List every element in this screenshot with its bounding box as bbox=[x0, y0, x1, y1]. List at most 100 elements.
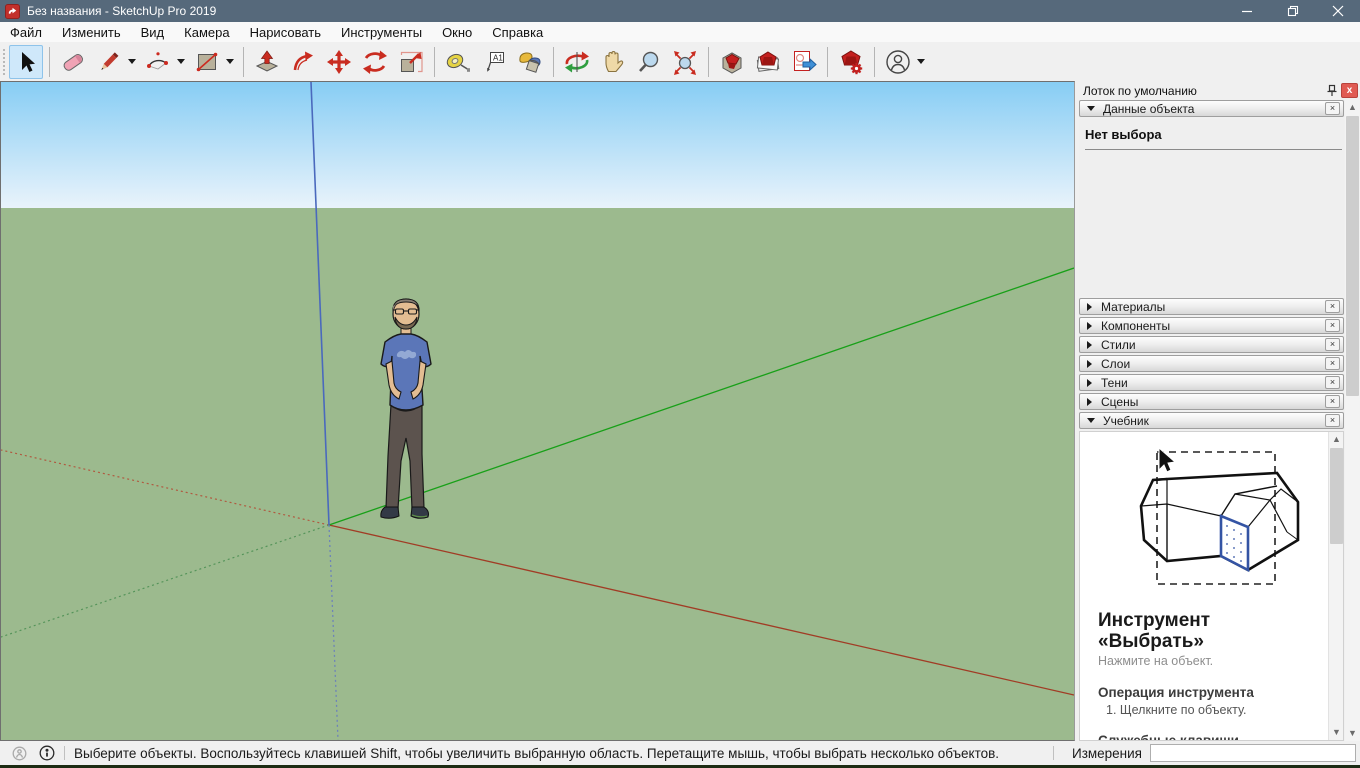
scrollbar-thumb[interactable] bbox=[1330, 448, 1343, 544]
panel-close-button[interactable]: × bbox=[1325, 376, 1340, 389]
select-tool-button[interactable] bbox=[9, 45, 43, 79]
measurements-label: Измерения bbox=[1072, 746, 1142, 761]
share-model-button[interactable] bbox=[751, 45, 785, 79]
pan-tool-button[interactable] bbox=[596, 45, 630, 79]
menu-view[interactable]: Вид bbox=[131, 23, 175, 42]
paint-bucket-tool-button[interactable] bbox=[513, 45, 547, 79]
expand-triangle-icon bbox=[1087, 379, 1092, 387]
panel-label: Сцены bbox=[1101, 395, 1325, 409]
svg-text:A1: A1 bbox=[493, 53, 503, 62]
viewport-scene bbox=[1, 82, 1074, 740]
scroll-up-icon[interactable]: ▲ bbox=[1345, 100, 1360, 115]
panel-label: Учебник bbox=[1103, 414, 1325, 428]
credits-info-icon[interactable] bbox=[39, 745, 55, 761]
panel-header-materials[interactable]: Материалы × bbox=[1079, 298, 1344, 315]
user-account-button[interactable] bbox=[881, 45, 915, 79]
expand-triangle-icon bbox=[1087, 303, 1092, 311]
line-tool-button[interactable] bbox=[92, 45, 126, 79]
menu-draw[interactable]: Нарисовать bbox=[240, 23, 331, 42]
3d-warehouse-icon bbox=[719, 49, 745, 75]
modeling-viewport[interactable] bbox=[0, 81, 1075, 741]
status-separator bbox=[64, 746, 65, 760]
eraser-tool-button[interactable] bbox=[56, 45, 90, 79]
expand-triangle-icon bbox=[1087, 360, 1092, 368]
menu-window[interactable]: Окно bbox=[432, 23, 482, 42]
panel-close-button[interactable]: × bbox=[1325, 395, 1340, 408]
minimize-button[interactable] bbox=[1225, 0, 1270, 22]
rotate-tool-button[interactable] bbox=[358, 45, 392, 79]
panel-label: Данные объекта bbox=[1103, 102, 1325, 116]
extension-warehouse-icon bbox=[838, 49, 864, 75]
send-to-layout-icon bbox=[791, 49, 817, 75]
menu-tools[interactable]: Инструменты bbox=[331, 23, 432, 42]
toolbar-drag-handle[interactable] bbox=[1, 47, 8, 77]
tray-pin-button[interactable] bbox=[1323, 83, 1341, 99]
expand-triangle-icon bbox=[1087, 341, 1092, 349]
move-tool-button[interactable] bbox=[322, 45, 356, 79]
panel-label: Компоненты bbox=[1101, 319, 1325, 333]
menu-file[interactable]: Файл bbox=[0, 23, 52, 42]
instructor-panel-content: Инструмент «Выбрать» Нажмите на объект. … bbox=[1079, 431, 1344, 741]
ground-plane bbox=[1, 208, 1074, 740]
scroll-down-icon[interactable]: ▼ bbox=[1329, 725, 1344, 740]
menu-camera[interactable]: Камера bbox=[174, 23, 239, 42]
zoom-extents-tool-button[interactable] bbox=[668, 45, 702, 79]
scrollbar-thumb[interactable] bbox=[1346, 116, 1359, 396]
instructor-scrollbar[interactable]: ▲ ▼ bbox=[1328, 432, 1343, 740]
rectangle-tool-dropdown[interactable] bbox=[226, 59, 234, 64]
tray-scrollbar[interactable]: ▲ ▼ bbox=[1345, 100, 1360, 741]
zoom-icon bbox=[636, 49, 662, 75]
arc-tool-button[interactable] bbox=[141, 45, 175, 79]
panel-header-scenes[interactable]: Сцены × bbox=[1079, 393, 1344, 410]
panel-header-instructor[interactable]: Учебник × bbox=[1079, 412, 1344, 429]
panel-header-shadows[interactable]: Тени × bbox=[1079, 374, 1344, 391]
restore-button[interactable] bbox=[1270, 0, 1315, 22]
rectangle-tool-button[interactable] bbox=[190, 45, 224, 79]
eraser-icon bbox=[60, 49, 86, 75]
send-to-layout-button[interactable] bbox=[787, 45, 821, 79]
panel-label: Тени bbox=[1101, 376, 1325, 390]
panel-close-button[interactable]: × bbox=[1325, 300, 1340, 313]
push-pull-tool-button[interactable] bbox=[250, 45, 284, 79]
status-bar: Выберите объекты. Воспользуйтесь клавише… bbox=[0, 741, 1360, 768]
collapse-triangle-icon bbox=[1087, 106, 1095, 111]
panel-close-button[interactable]: × bbox=[1325, 357, 1340, 370]
line-tool-dropdown[interactable] bbox=[128, 59, 136, 64]
instructor-operation-step: 1. Щелкните по объекту. bbox=[1098, 703, 1328, 717]
arc-icon bbox=[145, 49, 171, 75]
panel-header-entity-info[interactable]: Данные объекта × bbox=[1079, 100, 1344, 117]
panel-close-button[interactable]: × bbox=[1325, 102, 1340, 115]
expand-triangle-icon bbox=[1087, 398, 1092, 406]
push-pull-icon bbox=[254, 49, 280, 75]
measurements-input[interactable] bbox=[1150, 744, 1356, 762]
panel-header-styles[interactable]: Стили × bbox=[1079, 336, 1344, 353]
tape-measure-tool-button[interactable] bbox=[441, 45, 475, 79]
pan-hand-icon bbox=[600, 49, 626, 75]
close-button[interactable] bbox=[1315, 0, 1360, 22]
panel-close-button[interactable]: × bbox=[1325, 414, 1340, 427]
text-icon: A1 bbox=[481, 49, 507, 75]
geolocation-icon[interactable] bbox=[12, 746, 27, 761]
text-tool-button[interactable]: A1 bbox=[477, 45, 511, 79]
panel-close-button[interactable]: × bbox=[1325, 338, 1340, 351]
menu-help[interactable]: Справка bbox=[482, 23, 553, 42]
zoom-tool-button[interactable] bbox=[632, 45, 666, 79]
scroll-down-icon[interactable]: ▼ bbox=[1345, 726, 1360, 741]
panel-close-button[interactable]: × bbox=[1325, 319, 1340, 332]
tray-close-button[interactable]: x bbox=[1341, 83, 1358, 98]
instructor-house-illustration bbox=[1087, 440, 1322, 610]
sketchup-logo-icon bbox=[5, 4, 20, 19]
zoom-extents-icon bbox=[672, 49, 698, 75]
instructor-lead: Нажмите на объект. bbox=[1098, 654, 1328, 668]
panel-header-components[interactable]: Компоненты × bbox=[1079, 317, 1344, 334]
scroll-up-icon[interactable]: ▲ bbox=[1329, 432, 1344, 447]
3d-warehouse-button[interactable] bbox=[715, 45, 749, 79]
scale-tool-button[interactable] bbox=[394, 45, 428, 79]
follow-me-tool-button[interactable] bbox=[286, 45, 320, 79]
panel-header-layers[interactable]: Слои × bbox=[1079, 355, 1344, 372]
orbit-tool-button[interactable] bbox=[560, 45, 594, 79]
extension-warehouse-button[interactable] bbox=[834, 45, 868, 79]
user-account-dropdown[interactable] bbox=[917, 59, 925, 64]
menu-edit[interactable]: Изменить bbox=[52, 23, 131, 42]
arc-tool-dropdown[interactable] bbox=[177, 59, 185, 64]
